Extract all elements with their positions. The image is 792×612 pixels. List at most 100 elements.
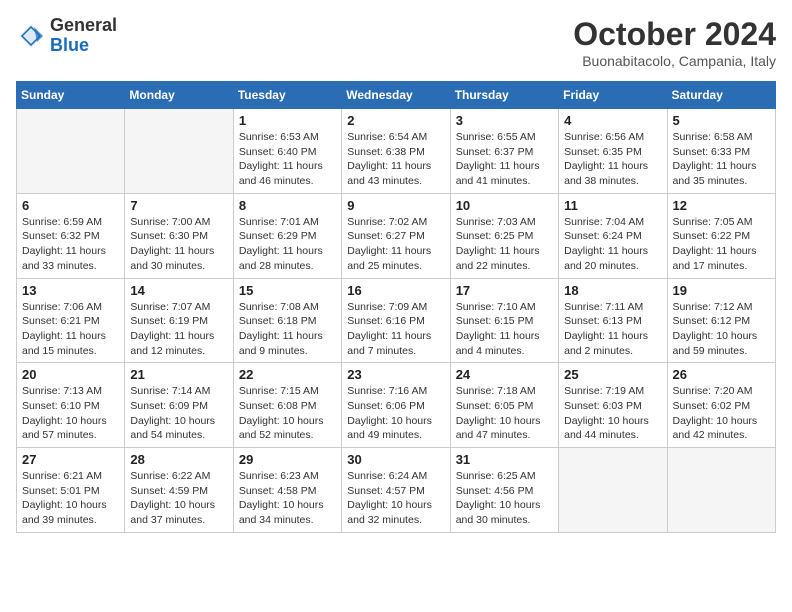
day-number: 10 <box>456 198 553 213</box>
day-info: Sunrise: 7:13 AM Sunset: 6:10 PM Dayligh… <box>22 384 119 443</box>
day-info: Sunrise: 7:06 AM Sunset: 6:21 PM Dayligh… <box>22 300 119 359</box>
calendar-cell: 28 Sunrise: 6:22 AM Sunset: 4:59 PM Dayli… <box>125 448 233 533</box>
day-info: Sunrise: 7:10 AM Sunset: 6:15 PM Dayligh… <box>456 300 553 359</box>
calendar-cell: 25Sunrise: 7:19 AM Sunset: 6:03 PM Dayli… <box>559 363 667 448</box>
weekday-header: Friday <box>559 82 667 109</box>
day-info: Sunrise: 7:20 AM Sunset: 6:02 PM Dayligh… <box>673 384 770 443</box>
day-number: 15 <box>239 283 336 298</box>
day-info: Sunrise: 6:22 AM Sunset: 4:59 PM Dayligh… <box>130 469 227 528</box>
calendar-cell: 15 Sunrise: 7:08 AM Sunset: 6:18 PM Dayli… <box>233 278 341 363</box>
day-number: 4 <box>564 113 661 128</box>
day-info: Sunrise: 6:25 AM Sunset: 4:56 PM Dayligh… <box>456 469 553 528</box>
calendar-cell: 10 Sunrise: 7:03 AM Sunset: 6:25 PM Dayli… <box>450 193 558 278</box>
calendar-cell <box>125 109 233 194</box>
day-number: 1 <box>239 113 336 128</box>
logo-text: General Blue <box>50 16 117 56</box>
day-info: Sunrise: 6:55 AM Sunset: 6:37 PM Dayligh… <box>456 130 553 189</box>
day-info: Sunrise: 6:21 AM Sunset: 5:01 PM Dayligh… <box>22 469 119 528</box>
day-number: 16 <box>347 283 444 298</box>
day-number: 31 <box>456 452 553 467</box>
day-number: 19 <box>673 283 770 298</box>
day-number: 21 <box>130 367 227 382</box>
day-info: Sunrise: 7:16 AM Sunset: 6:06 PM Dayligh… <box>347 384 444 443</box>
calendar-cell: 19Sunrise: 7:12 AM Sunset: 6:12 PM Dayli… <box>667 278 775 363</box>
calendar-cell: 1 Sunrise: 6:53 AM Sunset: 6:40 PM Daylig… <box>233 109 341 194</box>
day-info: Sunrise: 7:03 AM Sunset: 6:25 PM Dayligh… <box>456 215 553 274</box>
day-number: 5 <box>673 113 770 128</box>
location-subtitle: Buonabitacolo, Campania, Italy <box>573 53 776 69</box>
day-number: 6 <box>22 198 119 213</box>
day-number: 13 <box>22 283 119 298</box>
calendar-cell: 4 Sunrise: 6:56 AM Sunset: 6:35 PM Daylig… <box>559 109 667 194</box>
calendar-week-row: 1 Sunrise: 6:53 AM Sunset: 6:40 PM Daylig… <box>17 109 776 194</box>
day-info: Sunrise: 7:05 AM Sunset: 6:22 PM Dayligh… <box>673 215 770 274</box>
day-info: Sunrise: 7:15 AM Sunset: 6:08 PM Dayligh… <box>239 384 336 443</box>
calendar-cell: 27 Sunrise: 6:21 AM Sunset: 5:01 PM Dayli… <box>17 448 125 533</box>
day-number: 28 <box>130 452 227 467</box>
calendar-cell <box>667 448 775 533</box>
month-title: October 2024 <box>573 16 776 53</box>
day-number: 23 <box>347 367 444 382</box>
day-info: Sunrise: 7:19 AM Sunset: 6:03 PM Dayligh… <box>564 384 661 443</box>
calendar-cell: 13 Sunrise: 7:06 AM Sunset: 6:21 PM Dayli… <box>17 278 125 363</box>
calendar-week-row: 27 Sunrise: 6:21 AM Sunset: 5:01 PM Dayli… <box>17 448 776 533</box>
day-number: 9 <box>347 198 444 213</box>
calendar-cell <box>17 109 125 194</box>
weekday-header: Wednesday <box>342 82 450 109</box>
day-number: 20 <box>22 367 119 382</box>
day-number: 12 <box>673 198 770 213</box>
day-number: 11 <box>564 198 661 213</box>
day-info: Sunrise: 7:18 AM Sunset: 6:05 PM Dayligh… <box>456 384 553 443</box>
title-block: October 2024 Buonabitacolo, Campania, It… <box>573 16 776 69</box>
day-number: 22 <box>239 367 336 382</box>
day-number: 30 <box>347 452 444 467</box>
day-number: 18 <box>564 283 661 298</box>
day-number: 24 <box>456 367 553 382</box>
day-info: Sunrise: 7:02 AM Sunset: 6:27 PM Dayligh… <box>347 215 444 274</box>
calendar-cell: 30 Sunrise: 6:24 AM Sunset: 4:57 PM Dayli… <box>342 448 450 533</box>
day-number: 2 <box>347 113 444 128</box>
day-info: Sunrise: 7:07 AM Sunset: 6:19 PM Dayligh… <box>130 300 227 359</box>
calendar-cell: 3 Sunrise: 6:55 AM Sunset: 6:37 PM Daylig… <box>450 109 558 194</box>
calendar-cell: 18Sunrise: 7:11 AM Sunset: 6:13 PM Dayli… <box>559 278 667 363</box>
day-info: Sunrise: 7:09 AM Sunset: 6:16 PM Dayligh… <box>347 300 444 359</box>
day-number: 7 <box>130 198 227 213</box>
weekday-header: Tuesday <box>233 82 341 109</box>
day-info: Sunrise: 6:54 AM Sunset: 6:38 PM Dayligh… <box>347 130 444 189</box>
day-info: Sunrise: 7:14 AM Sunset: 6:09 PM Dayligh… <box>130 384 227 443</box>
calendar-cell: 24 Sunrise: 7:18 AM Sunset: 6:05 PM Dayli… <box>450 363 558 448</box>
calendar-cell: 31 Sunrise: 6:25 AM Sunset: 4:56 PM Dayli… <box>450 448 558 533</box>
day-number: 17 <box>456 283 553 298</box>
calendar-cell: 29 Sunrise: 6:23 AM Sunset: 4:58 PM Dayli… <box>233 448 341 533</box>
day-info: Sunrise: 7:00 AM Sunset: 6:30 PM Dayligh… <box>130 215 227 274</box>
day-number: 14 <box>130 283 227 298</box>
calendar-week-row: 6 Sunrise: 6:59 AM Sunset: 6:32 PM Daylig… <box>17 193 776 278</box>
day-info: Sunrise: 6:53 AM Sunset: 6:40 PM Dayligh… <box>239 130 336 189</box>
day-number: 27 <box>22 452 119 467</box>
day-info: Sunrise: 7:08 AM Sunset: 6:18 PM Dayligh… <box>239 300 336 359</box>
day-info: Sunrise: 6:56 AM Sunset: 6:35 PM Dayligh… <box>564 130 661 189</box>
calendar-cell <box>559 448 667 533</box>
logo-general: General <box>50 15 117 35</box>
calendar-cell: 9 Sunrise: 7:02 AM Sunset: 6:27 PM Daylig… <box>342 193 450 278</box>
calendar-cell: 6 Sunrise: 6:59 AM Sunset: 6:32 PM Daylig… <box>17 193 125 278</box>
calendar-cell: 17 Sunrise: 7:10 AM Sunset: 6:15 PM Dayli… <box>450 278 558 363</box>
calendar-cell: 23 Sunrise: 7:16 AM Sunset: 6:06 PM Dayli… <box>342 363 450 448</box>
logo-icon <box>16 21 46 51</box>
weekday-header-row: SundayMondayTuesdayWednesdayThursdayFrid… <box>17 82 776 109</box>
day-number: 29 <box>239 452 336 467</box>
weekday-header: Thursday <box>450 82 558 109</box>
calendar-cell: 12 Sunrise: 7:05 AM Sunset: 6:22 PM Dayli… <box>667 193 775 278</box>
calendar-cell: 11Sunrise: 7:04 AM Sunset: 6:24 PM Dayli… <box>559 193 667 278</box>
day-info: Sunrise: 6:59 AM Sunset: 6:32 PM Dayligh… <box>22 215 119 274</box>
day-info: Sunrise: 6:24 AM Sunset: 4:57 PM Dayligh… <box>347 469 444 528</box>
day-info: Sunrise: 7:01 AM Sunset: 6:29 PM Dayligh… <box>239 215 336 274</box>
calendar-cell: 20 Sunrise: 7:13 AM Sunset: 6:10 PM Dayli… <box>17 363 125 448</box>
calendar-week-row: 13 Sunrise: 7:06 AM Sunset: 6:21 PM Dayli… <box>17 278 776 363</box>
weekday-header: Sunday <box>17 82 125 109</box>
calendar-cell: 7 Sunrise: 7:00 AM Sunset: 6:30 PM Daylig… <box>125 193 233 278</box>
logo: General Blue <box>16 16 117 56</box>
day-info: Sunrise: 6:23 AM Sunset: 4:58 PM Dayligh… <box>239 469 336 528</box>
page-header: General Blue October 2024 Buonabitacolo,… <box>16 16 776 69</box>
day-number: 3 <box>456 113 553 128</box>
